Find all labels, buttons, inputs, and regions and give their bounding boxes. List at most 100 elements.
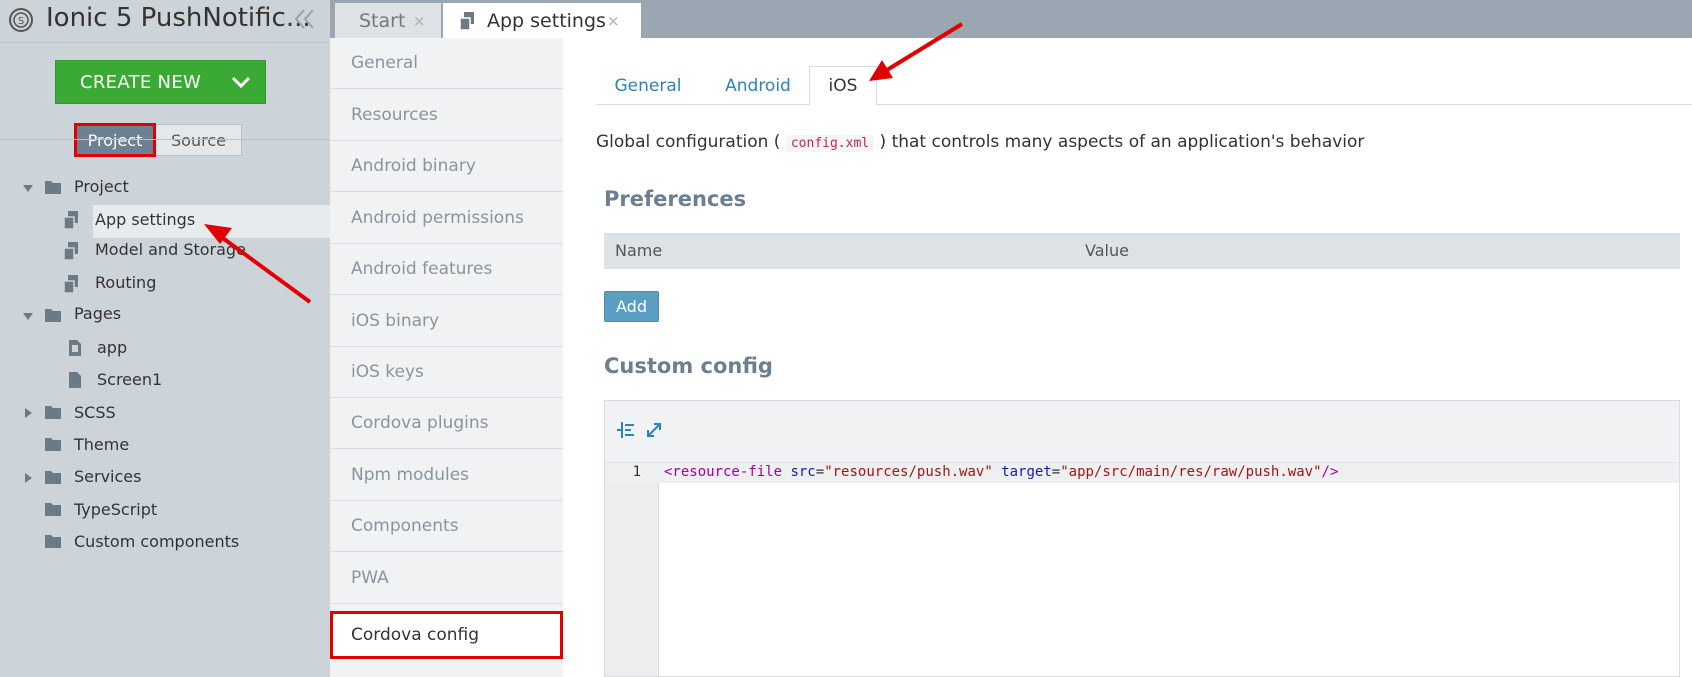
expand-triangle-icon[interactable] — [25, 408, 32, 418]
config-description: Global configuration ( config.xml ) that… — [596, 132, 1364, 152]
add-preference-button[interactable]: Add — [604, 291, 659, 322]
settings-menu-item-ios-binary[interactable]: iOS binary — [330, 296, 563, 347]
double-chevron-left-icon[interactable] — [293, 8, 317, 30]
tree-item-routing[interactable]: Routing — [0, 269, 330, 299]
code-string: "resources/push.wav" — [824, 464, 993, 480]
expand-triangle-icon[interactable] — [25, 473, 32, 483]
divider — [0, 139, 330, 140]
settings-file-icon — [459, 12, 474, 31]
settings-menu-item-pwa[interactable]: PWA — [330, 553, 563, 604]
tab-start[interactable]: Start × — [335, 3, 441, 38]
chevron-down-icon — [231, 76, 251, 89]
settings-menu-item-android-binary[interactable]: Android binary — [330, 141, 563, 192]
config-xml-code: config.xml — [785, 135, 875, 152]
app-title: Ionic 5 PushNotific... — [46, 3, 311, 33]
page-file-icon — [69, 340, 81, 356]
settings-menu: General Resources Android binary Android… — [330, 38, 563, 677]
code-tag: <resource-file — [664, 464, 783, 480]
expand-triangle-icon[interactable] — [23, 185, 33, 192]
divider — [0, 42, 330, 43]
settings-menu-item-general[interactable]: General — [330, 38, 563, 89]
custom-config-editor[interactable]: 1 <resource-file src="resources/push.wav… — [604, 400, 1680, 677]
folder-icon — [45, 309, 61, 322]
tree-label: Model and Storage — [95, 240, 246, 259]
settings-file-icon — [63, 242, 78, 261]
description-text: Global configuration ( — [596, 132, 781, 152]
tree-folder-typescript[interactable]: TypeScript — [0, 495, 330, 525]
code-attr: src — [790, 464, 816, 480]
tree-label: Services — [74, 467, 142, 486]
tab-label: Start — [359, 9, 406, 32]
tree-item-app-settings[interactable]: App settings — [0, 205, 330, 235]
platform-tabs: General Android iOS — [596, 66, 1692, 106]
tab-app-settings[interactable]: App settings × — [443, 3, 641, 38]
folder-icon — [45, 181, 61, 194]
tree-folder-theme[interactable]: Theme — [0, 430, 330, 460]
format-indent-icon[interactable] — [617, 421, 635, 439]
expand-triangle-icon[interactable] — [23, 313, 33, 320]
project-toggle-button[interactable]: Project — [74, 123, 156, 157]
folder-icon — [45, 471, 61, 484]
preferences-title: Preferences — [604, 187, 747, 211]
tree-folder-services[interactable]: Services — [0, 463, 330, 493]
tree-item-page-app[interactable]: app — [0, 334, 330, 364]
tree-label: Screen1 — [97, 370, 163, 389]
fullscreen-expand-icon[interactable] — [645, 421, 663, 439]
settings-menu-item-ios-keys[interactable]: iOS keys — [330, 347, 563, 398]
app-logo-icon: S — [9, 8, 33, 32]
tree-folder-custom-components[interactable]: Custom components — [0, 527, 330, 557]
create-new-button[interactable]: CREATE NEW — [55, 60, 266, 104]
settings-menu-item-cordova-config[interactable]: Cordova config — [330, 611, 563, 659]
line-number: 1 — [632, 464, 641, 480]
preferences-table-header: Name Value — [604, 233, 1680, 269]
tree-label: SCSS — [74, 403, 116, 422]
folder-icon — [45, 438, 61, 451]
tree-folder-project[interactable]: Project — [0, 173, 330, 203]
project-source-toggle: Project Source — [74, 123, 242, 157]
settings-menu-item-android-features[interactable]: Android features — [330, 244, 563, 295]
tree-folder-pages[interactable]: Pages — [0, 301, 330, 331]
tree-folder-scss[interactable]: SCSS — [0, 398, 330, 428]
tree-label: Routing — [95, 273, 157, 292]
source-toggle-button[interactable]: Source — [156, 124, 242, 156]
tree-label: Project — [74, 177, 129, 196]
column-header-value: Value — [1085, 241, 1129, 260]
project-sidebar: S Ionic 5 PushNotific... CREATE NEW Proj… — [0, 0, 330, 677]
tree-label: App settings — [95, 210, 196, 229]
tree-label: TypeScript — [74, 500, 158, 519]
settings-menu-item-android-permissions[interactable]: Android permissions — [330, 193, 563, 244]
subtab-ios[interactable]: iOS — [809, 66, 877, 106]
tree-label: app — [97, 338, 128, 357]
tree-label: Theme — [74, 435, 130, 454]
line-number-gutter — [605, 463, 659, 676]
code-string: "app/src/main/res/raw/push.wav" — [1060, 464, 1322, 480]
subtab-android[interactable]: Android — [706, 66, 810, 105]
settings-menu-item-components[interactable]: Components — [330, 501, 563, 552]
editor-toolbar — [605, 401, 1679, 463]
app-header: S Ionic 5 PushNotific... — [0, 0, 330, 42]
folder-icon — [45, 503, 61, 516]
tree-label: Custom components — [74, 532, 240, 551]
close-icon[interactable]: × — [413, 12, 426, 30]
folder-icon — [45, 406, 61, 419]
create-new-label: CREATE NEW — [80, 71, 202, 93]
code-tag: /> — [1321, 464, 1339, 480]
close-icon[interactable]: × — [607, 12, 620, 30]
settings-menu-item-npm-modules[interactable]: Npm modules — [330, 450, 563, 501]
settings-file-icon — [63, 211, 78, 230]
tree-item-page-screen1[interactable]: Screen1 — [0, 366, 330, 396]
settings-menu-item-resources[interactable]: Resources — [330, 90, 563, 141]
code-line[interactable]: <resource-file src="resources/push.wav" … — [664, 464, 1338, 480]
folder-icon — [45, 535, 61, 548]
page-file-icon — [69, 372, 81, 388]
description-text: ) that controls many aspects of an appli… — [879, 132, 1365, 152]
code-attr: target — [1001, 464, 1052, 480]
subtab-general[interactable]: General — [596, 66, 700, 105]
column-header-name: Name — [615, 241, 663, 260]
tree-item-model-and-storage[interactable]: Model and Storage — [0, 236, 330, 266]
tree-label: Pages — [74, 304, 122, 323]
settings-menu-item-cordova-plugins[interactable]: Cordova plugins — [330, 398, 563, 449]
tab-label: App settings — [487, 9, 606, 32]
custom-config-title: Custom config — [604, 354, 773, 378]
settings-file-icon — [63, 275, 78, 294]
